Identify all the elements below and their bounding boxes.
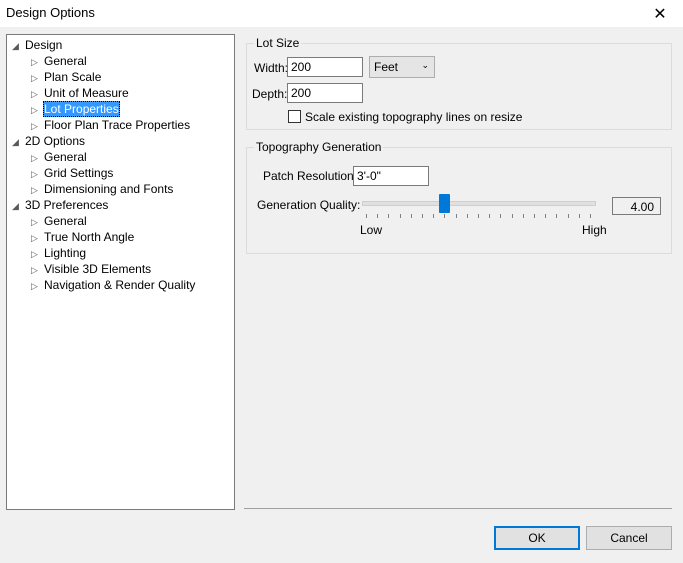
tree-item[interactable]: ◢ 2D Options [12, 133, 86, 149]
slider-tick [467, 214, 468, 218]
tree-item[interactable]: ▷ Unit of Measure [31, 85, 130, 101]
slider-tick [523, 214, 524, 218]
expanded-arrow-icon[interactable]: ◢ [12, 134, 24, 150]
tree-item-label: Dimensioning and Fonts [44, 182, 174, 196]
slider-track [362, 201, 596, 206]
slider-tick [388, 214, 389, 218]
tree-item-label: Plan Scale [44, 70, 102, 84]
collapsed-arrow-icon[interactable]: ▷ [31, 86, 43, 102]
patch-resolution-input[interactable]: 3'-0" [353, 166, 429, 186]
generation-quality-value: 4.00 [612, 197, 661, 215]
slider-tick [579, 214, 580, 218]
lot-size-title: Lot Size [254, 36, 302, 50]
tree-item-label: Navigation & Render Quality [44, 278, 196, 292]
tree-item[interactable]: ▷ General [31, 149, 88, 165]
unit-select[interactable]: Feet ⌄ [369, 56, 435, 78]
slider-high-label: High [582, 223, 607, 237]
collapsed-arrow-icon[interactable]: ▷ [31, 102, 43, 118]
chevron-down-icon: ⌄ [421, 60, 429, 70]
tree-item[interactable]: ▷ Navigation & Render Quality [31, 277, 196, 293]
collapsed-arrow-icon[interactable]: ▷ [31, 182, 43, 198]
tree-item-label: Grid Settings [44, 166, 114, 180]
tree-item[interactable]: ▷ General [31, 53, 88, 69]
tree-item[interactable]: ▷ Plan Scale [31, 69, 102, 85]
slider-tick [366, 214, 367, 218]
tree-item-label: General [44, 150, 87, 164]
tree-item-label: Lot Properties [43, 101, 120, 117]
collapsed-arrow-icon[interactable]: ▷ [31, 214, 43, 230]
expanded-arrow-icon[interactable]: ◢ [12, 198, 24, 214]
window-title: Design Options [6, 5, 95, 20]
topography-title: Topography Generation [254, 140, 384, 154]
slider-tick [590, 214, 591, 218]
tree-item-label: 2D Options [25, 134, 86, 148]
tree-item[interactable]: ▷ Grid Settings [31, 165, 114, 181]
depth-label: Depth: [252, 87, 288, 101]
close-icon[interactable]: ✕ [637, 0, 683, 27]
tree-item-label: General [44, 214, 87, 228]
slider-tick [478, 214, 479, 218]
tree-item-label: True North Angle [44, 230, 135, 244]
tree-item[interactable]: ▷ Floor Plan Trace Properties [31, 117, 191, 133]
slider-low-label: Low [360, 223, 383, 237]
design-options-dialog: Design Options ✕ ◢ Design ▷ General ▷ Plan Sc… [0, 0, 683, 563]
cancel-button[interactable]: Cancel [586, 526, 672, 550]
tree-item-label: 3D Preferences [25, 198, 109, 212]
width-label: Width: [254, 61, 289, 75]
scale-topography-label: Scale existing topography lines on resiz… [305, 110, 523, 124]
collapsed-arrow-icon[interactable]: ▷ [31, 278, 43, 294]
scale-topography-checkbox[interactable] [288, 110, 301, 123]
collapsed-arrow-icon[interactable]: ▷ [31, 54, 43, 70]
collapsed-arrow-icon[interactable]: ▷ [31, 166, 43, 182]
slider-tick [377, 214, 378, 218]
slider-tick [456, 214, 457, 218]
slider-tick [545, 214, 546, 218]
tree-item-label: Visible 3D Elements [44, 262, 152, 276]
slider-tick [534, 214, 535, 218]
unit-select-value: Feet [374, 60, 399, 74]
tree-item[interactable]: ▷ Dimensioning and Fonts [31, 181, 174, 197]
slider-thumb[interactable] [439, 194, 450, 213]
generation-quality-slider[interactable] [362, 192, 596, 220]
slider-tick [556, 214, 557, 218]
tree-item-label: Floor Plan Trace Properties [44, 118, 191, 132]
collapsed-arrow-icon[interactable]: ▷ [31, 262, 43, 278]
ok-button[interactable]: OK [494, 526, 580, 550]
slider-tick [433, 214, 434, 218]
collapsed-arrow-icon[interactable]: ▷ [31, 118, 43, 134]
tree-item-label: General [44, 54, 87, 68]
tree-item[interactable]: ▷ General [31, 213, 88, 229]
options-tree: ◢ Design ▷ General ▷ Plan Scale ▷ Unit of Measu… [6, 34, 235, 510]
collapsed-arrow-icon[interactable]: ▷ [31, 150, 43, 166]
slider-tick [444, 214, 445, 218]
slider-tick [568, 214, 569, 218]
slider-tick [422, 214, 423, 218]
collapsed-arrow-icon[interactable]: ▷ [31, 246, 43, 262]
tree-item[interactable]: ▷ Lot Properties [31, 101, 120, 117]
slider-tick [400, 214, 401, 218]
slider-tick [512, 214, 513, 218]
tree-item[interactable]: ◢ 3D Preferences [12, 197, 109, 213]
width-input[interactable]: 200 [287, 57, 363, 77]
tree-item-label: Unit of Measure [44, 86, 129, 100]
tree-item-label: Design [25, 38, 63, 52]
depth-input[interactable]: 200 [287, 83, 363, 103]
patch-resolution-label: Patch Resolution: [263, 169, 358, 183]
tree-item[interactable]: ▷ Lighting [31, 245, 87, 261]
slider-tick [500, 214, 501, 218]
expanded-arrow-icon[interactable]: ◢ [12, 38, 24, 54]
footer-separator [244, 508, 672, 509]
tree-item[interactable]: ▷ Visible 3D Elements [31, 261, 152, 277]
title-bar: Design Options ✕ [0, 0, 683, 27]
collapsed-arrow-icon[interactable]: ▷ [31, 230, 43, 246]
generation-quality-label: Generation Quality: [257, 198, 361, 212]
tree-item[interactable]: ◢ Design [12, 37, 63, 53]
tree-item-label: Lighting [44, 246, 87, 260]
collapsed-arrow-icon[interactable]: ▷ [31, 70, 43, 86]
slider-tick [411, 214, 412, 218]
slider-tick [489, 214, 490, 218]
tree-item[interactable]: ▷ True North Angle [31, 229, 135, 245]
